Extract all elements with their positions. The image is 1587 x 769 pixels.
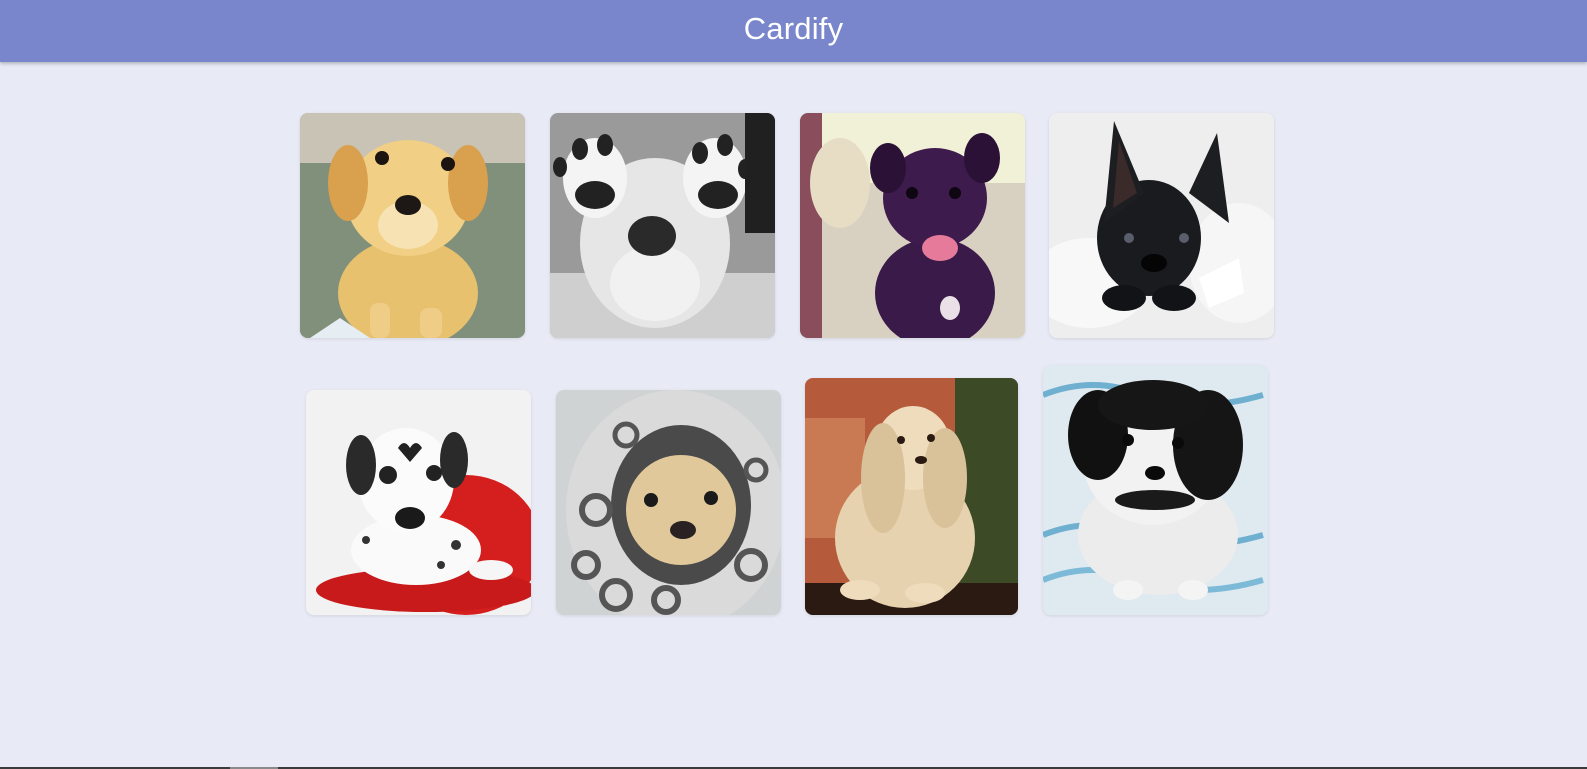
- app-title: Cardify: [743, 11, 844, 46]
- app-bar: Cardify: [0, 0, 1587, 62]
- card-french-bulldog[interactable]: [1049, 113, 1274, 338]
- pug-in-hoodie-image: [556, 390, 781, 615]
- card-pug-in-hoodie[interactable]: [556, 390, 781, 615]
- black-pug-image: [800, 113, 1025, 338]
- card-golden-puppy[interactable]: [300, 113, 525, 338]
- french-bulldog-image: [1049, 113, 1274, 338]
- card-black-pug[interactable]: [800, 113, 1025, 338]
- card-dalmatian-puppy[interactable]: [306, 390, 531, 615]
- card-fluffy-cream-dog[interactable]: [805, 378, 1018, 615]
- bw-dog-paws-image: [550, 113, 775, 338]
- card-shih-tzu-puppy[interactable]: [1043, 365, 1268, 615]
- fluffy-cream-dog-image: [805, 378, 1018, 615]
- dalmatian-puppy-image: [306, 390, 531, 615]
- shih-tzu-puppy-image: [1043, 365, 1268, 615]
- golden-puppy-image: [300, 113, 525, 338]
- card-bw-dog-paws[interactable]: [550, 113, 775, 338]
